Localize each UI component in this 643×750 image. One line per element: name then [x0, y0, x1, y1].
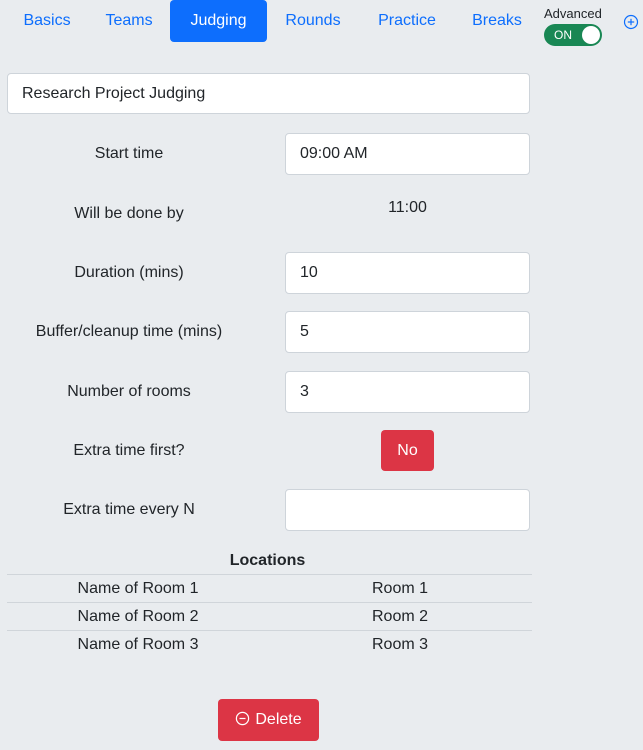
extra-time-every-label: Extra time every N: [63, 501, 195, 518]
room-name-value[interactable]: Room 1: [269, 575, 531, 602]
room-name-value[interactable]: Room 2: [269, 603, 531, 630]
extra-time-every-input[interactable]: [285, 489, 530, 531]
room-count-input[interactable]: [285, 371, 530, 413]
advanced-toggle[interactable]: ON: [544, 24, 602, 46]
tab-judging[interactable]: Judging: [170, 0, 267, 42]
locations-table: Name of Room 1 Room 1 Name of Room 2 Roo…: [7, 574, 532, 658]
delete-button-label: Delete: [255, 710, 302, 728]
duration-label: Duration (mins): [74, 264, 184, 281]
locations-heading: Locations: [229, 552, 306, 569]
advanced-label: Advanced: [544, 6, 602, 21]
done-by-label: Will be done by: [74, 205, 184, 222]
tab-practice[interactable]: Practice: [369, 0, 445, 42]
room-name-label: Name of Room 2: [77, 608, 199, 625]
section-tabs: Basics Teams Judging Rounds Practice Bre…: [0, 0, 643, 46]
location-row: Name of Room 2 Room 2: [7, 602, 532, 630]
room-name-label: Name of Room 1: [77, 580, 199, 597]
plus-circle-icon[interactable]: [623, 14, 639, 30]
done-by-value: 11:00: [388, 199, 427, 216]
toggle-knob: [582, 26, 600, 44]
location-row: Name of Room 1 Room 1: [7, 574, 532, 602]
duration-input[interactable]: [285, 252, 530, 294]
extra-time-first-label: Extra time first?: [73, 442, 185, 459]
tab-teams[interactable]: Teams: [96, 0, 162, 42]
room-name-label: Name of Room 3: [77, 636, 199, 653]
room-name-value[interactable]: Room 3: [269, 631, 531, 658]
buffer-time-label: Buffer/cleanup time (mins): [35, 323, 223, 340]
toggle-state-text: ON: [554, 28, 572, 42]
tab-breaks[interactable]: Breaks: [463, 0, 531, 42]
room-count-label: Number of rooms: [67, 383, 191, 400]
minus-circle-icon: [236, 712, 250, 726]
buffer-time-input[interactable]: [285, 311, 530, 353]
start-time-input[interactable]: [285, 133, 530, 175]
tab-basics[interactable]: Basics: [13, 0, 81, 42]
delete-button[interactable]: Delete: [218, 699, 319, 741]
extra-time-first-toggle-button[interactable]: No: [381, 430, 434, 471]
session-title-input[interactable]: [7, 73, 530, 114]
location-row: Name of Room 3 Room 3: [7, 630, 532, 658]
tab-rounds[interactable]: Rounds: [276, 0, 350, 42]
start-time-label: Start time: [94, 145, 164, 162]
